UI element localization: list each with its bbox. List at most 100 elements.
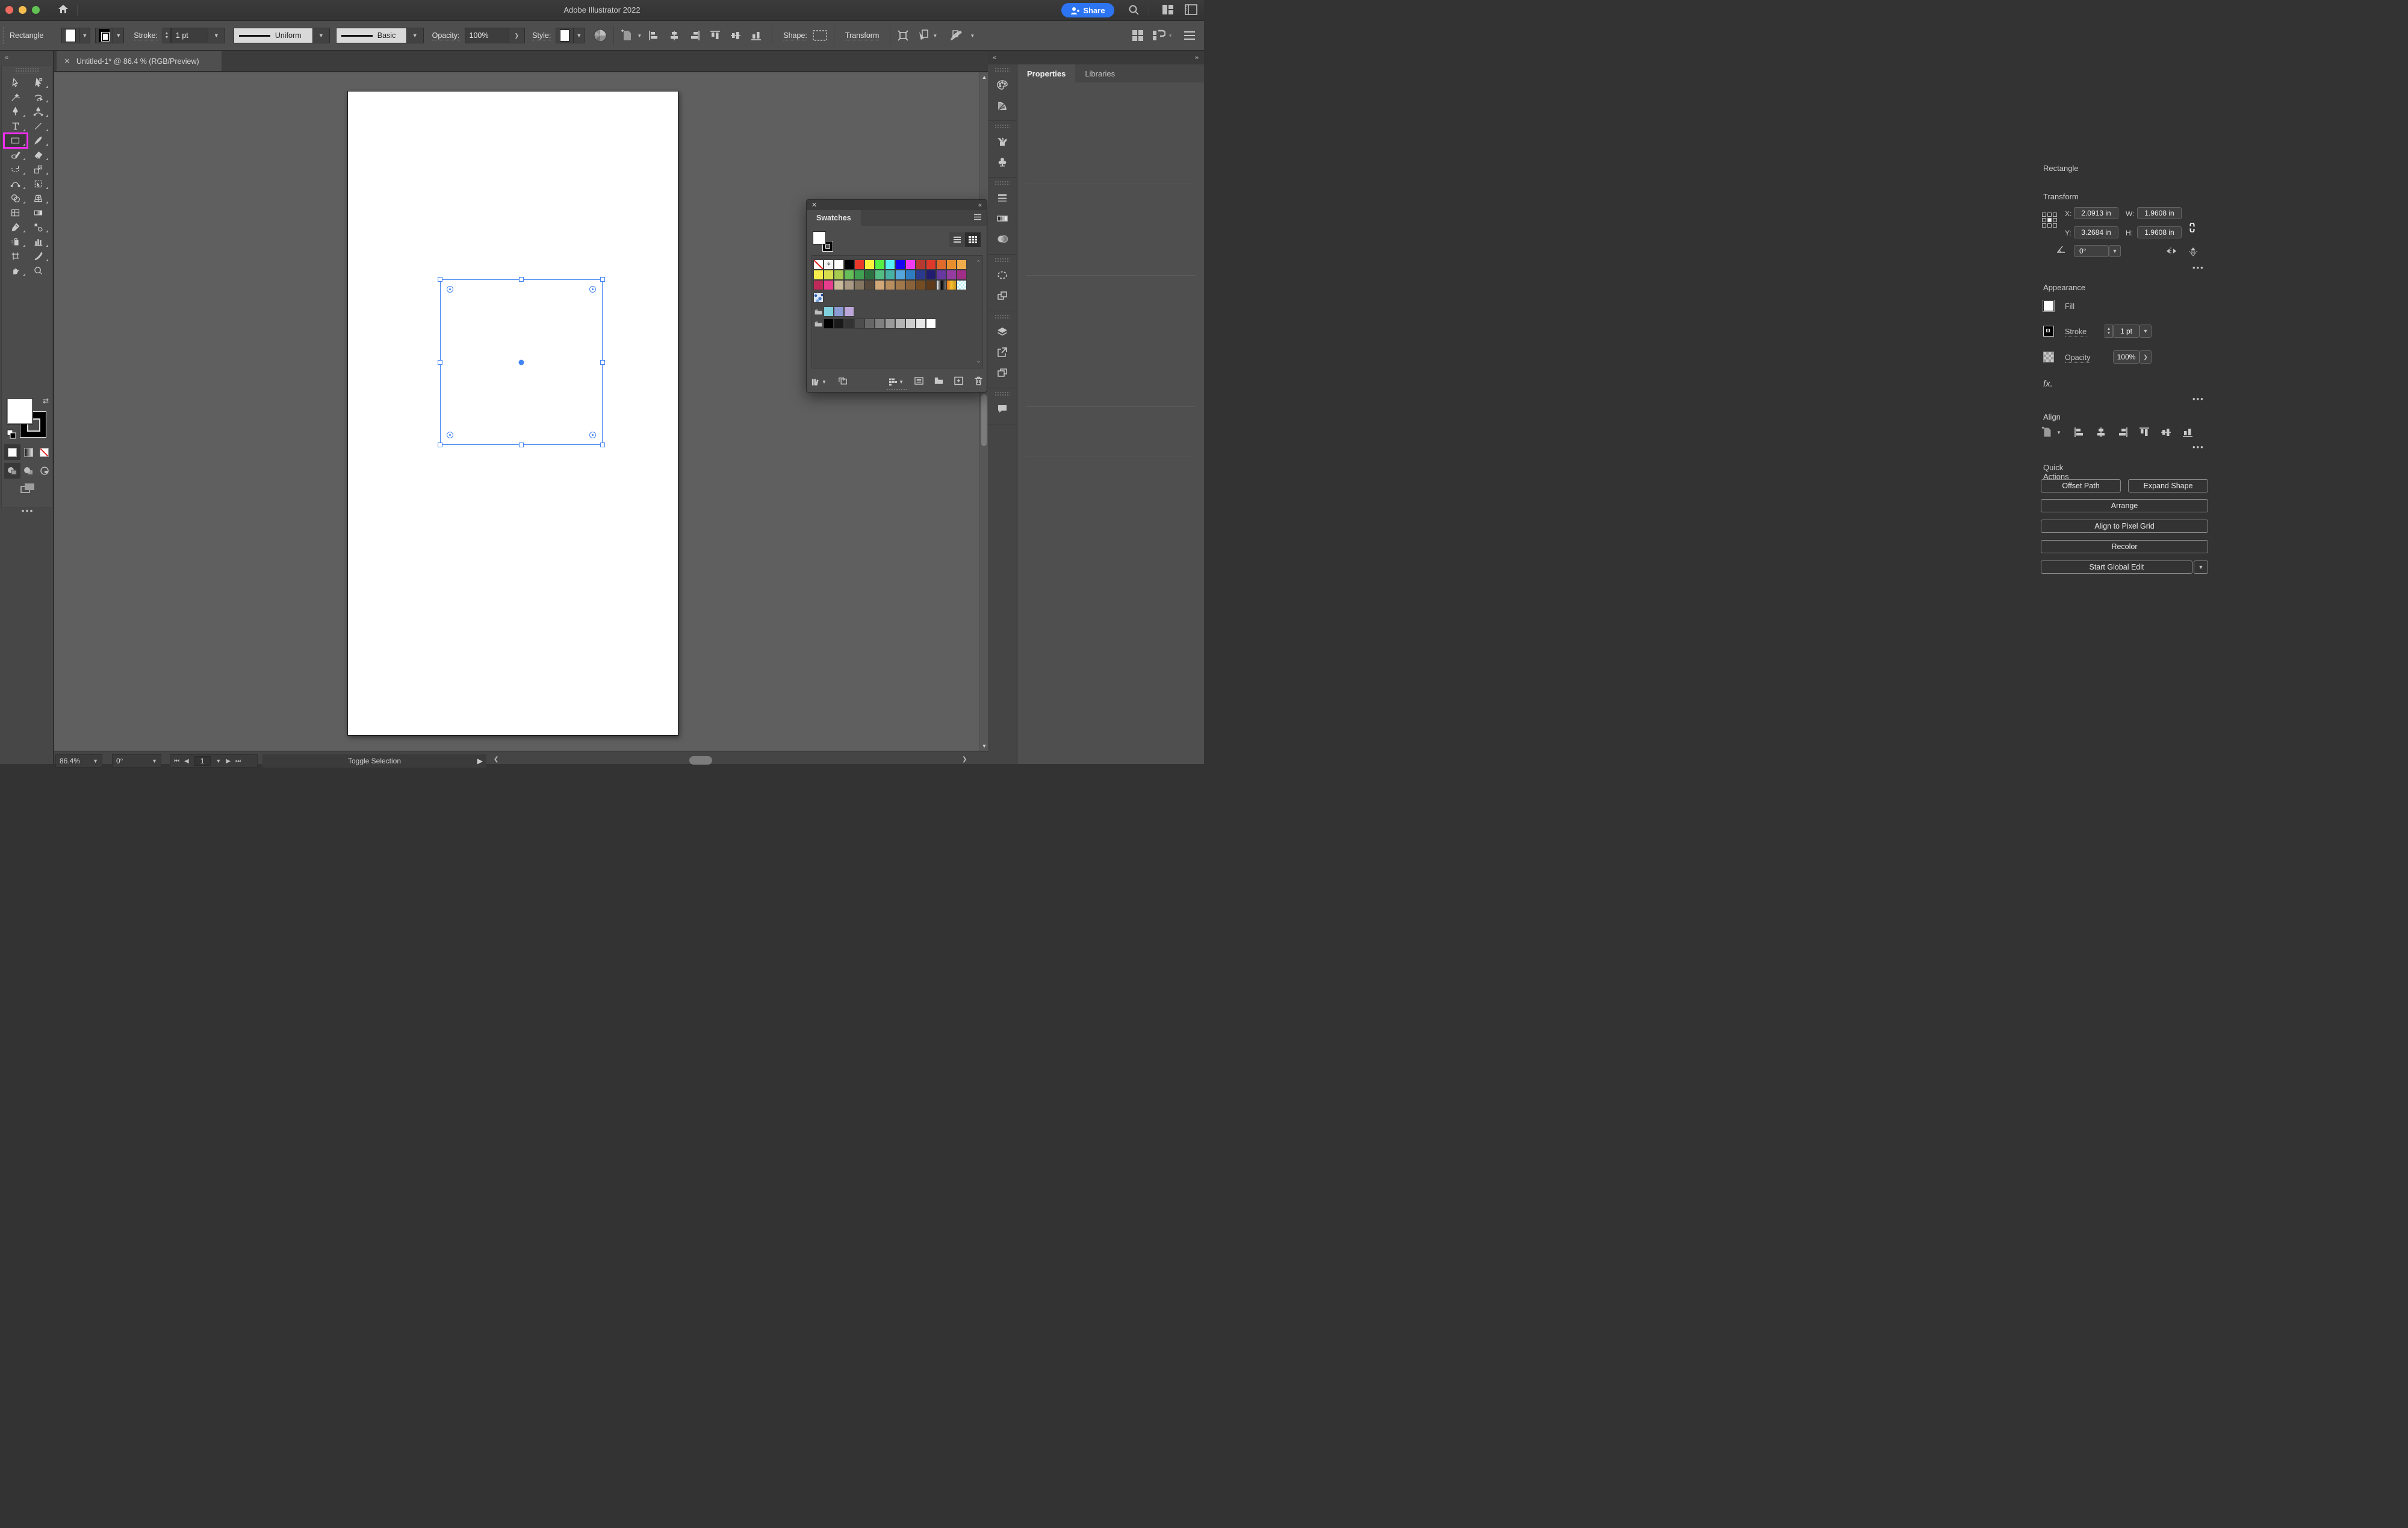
opacity-field[interactable]: 100% <box>464 28 509 43</box>
swatch-color[interactable] <box>864 280 875 290</box>
appearance-stroke-weight-dropdown[interactable]: ▼ <box>2140 325 2152 338</box>
tab-swatches[interactable]: Swatches <box>807 210 861 226</box>
swatches-fill-stroke-indicator[interactable] <box>813 231 833 252</box>
appearance-opacity-swatch[interactable] <box>2043 352 2054 362</box>
zoom-level-dropdown[interactable]: 86.4% ▼ <box>55 754 102 768</box>
transform-label[interactable]: Transform <box>845 31 880 40</box>
swatch-color[interactable] <box>854 280 864 290</box>
swatch-color[interactable] <box>936 259 946 270</box>
grid-view-button[interactable] <box>965 232 981 247</box>
selection-handle-nw[interactable] <box>438 277 442 282</box>
column-graph-tool-icon[interactable] <box>27 235 50 249</box>
rectangle-tool-icon[interactable] <box>2 132 28 149</box>
workspace-icon[interactable]: ▼ <box>1152 30 1175 42</box>
shape-options-icon[interactable] <box>812 30 828 42</box>
dock-drag-handle[interactable] <box>995 391 1010 396</box>
workspace-switcher-icon[interactable] <box>1185 4 1197 17</box>
swatch-registration[interactable]: ⌖ <box>824 259 834 270</box>
color-guide-panel-icon[interactable] <box>988 95 1017 116</box>
swatch-color[interactable] <box>824 280 834 290</box>
stroke-weight-field[interactable]: 1 pt <box>170 28 208 43</box>
panel-menu-icon[interactable] <box>973 214 982 222</box>
select-similar-icon[interactable]: ▼ <box>917 29 940 42</box>
shaper-tool-icon[interactable] <box>4 148 27 162</box>
swatch-color[interactable] <box>854 259 864 270</box>
screen-mode-button[interactable] <box>2 482 54 494</box>
reference-point-selector[interactable] <box>2042 213 2057 228</box>
gradient-panel-icon[interactable] <box>988 208 1017 229</box>
swatch-color[interactable] <box>824 270 834 280</box>
swatch-color[interactable] <box>916 318 926 329</box>
align-more-options-icon[interactable]: ••• <box>2192 443 2205 452</box>
tab-properties[interactable]: Properties <box>1017 64 1076 82</box>
swatch-color[interactable] <box>844 306 854 317</box>
swatch-color[interactable] <box>885 280 895 290</box>
fill-swatch[interactable] <box>65 29 76 42</box>
stroke-weight-stepper[interactable]: ▲ ▼ <box>2105 325 2113 338</box>
swatch-none[interactable] <box>813 259 824 270</box>
swatch-color[interactable] <box>844 280 854 290</box>
align-v-center-icon[interactable] <box>730 30 742 42</box>
selection-handle-ne[interactable] <box>600 277 605 282</box>
align-bottom-icon[interactable] <box>750 30 762 42</box>
align-top-icon[interactable] <box>2138 426 2150 438</box>
rotation-dropdown[interactable]: 0° ▼ <box>112 754 161 768</box>
artboards-panel-icon[interactable] <box>988 362 1017 383</box>
menu-icon[interactable] <box>1184 31 1196 40</box>
comments-panel-icon[interactable] <box>988 399 1017 419</box>
direct-selection-tool-icon[interactable] <box>27 76 50 90</box>
edit-toolbar-icon[interactable]: ••• <box>2 506 54 515</box>
w-field[interactable]: 1.9608 in <box>2137 207 2182 219</box>
swatch-gradient-bw[interactable] <box>936 280 946 290</box>
selection-tool-icon[interactable] <box>4 76 27 90</box>
swatch-color[interactable] <box>864 259 875 270</box>
swatch-pattern[interactable] <box>813 293 824 303</box>
tab-libraries[interactable]: Libraries <box>1075 64 1125 82</box>
swatch-color[interactable] <box>854 270 864 280</box>
isolate-object-icon[interactable] <box>896 29 910 42</box>
eraser-tool-icon[interactable] <box>27 148 50 162</box>
selection-handle-w[interactable] <box>438 359 442 365</box>
expand-shape-button[interactable]: Expand Shape <box>2128 479 2208 492</box>
selection-center-point[interactable] <box>518 359 524 365</box>
align-right-icon[interactable] <box>2117 426 2129 438</box>
stroke-color-control[interactable]: ▼ <box>95 28 125 43</box>
y-field[interactable]: 3.2684 in <box>2074 226 2118 238</box>
flip-vertical-icon[interactable] <box>2188 246 2199 257</box>
swatch-transparency-pattern[interactable] <box>957 280 967 290</box>
appearance-stroke-label[interactable]: Stroke <box>2065 328 2087 337</box>
arrange-documents-icon[interactable] <box>1162 4 1174 17</box>
stroke-weight-stepper[interactable]: ▲ ▼ <box>162 28 171 43</box>
list-view-button[interactable] <box>949 232 965 247</box>
swatch-color[interactable] <box>844 318 854 329</box>
opacity-expand[interactable]: ❯ <box>509 28 526 43</box>
shaper-style-icon[interactable]: ▼ <box>948 29 977 42</box>
dock-drag-handle[interactable] <box>995 181 1010 185</box>
swatch-color[interactable] <box>916 259 926 270</box>
align-to-icon[interactable]: ▼ <box>2041 426 2064 439</box>
new-swatch-icon[interactable] <box>954 376 963 387</box>
next-artboard-icon[interactable]: ▶ <box>226 758 231 765</box>
swatch-color[interactable] <box>926 280 936 290</box>
default-fill-stroke-icon[interactable] <box>7 429 16 439</box>
corner-radius-widget-sw[interactable] <box>447 432 453 438</box>
align-to-selection-icon[interactable]: ▼ <box>620 28 644 43</box>
horizontal-scroll-thumb[interactable] <box>689 756 712 765</box>
stroke-label[interactable]: Stroke: <box>134 31 158 40</box>
pen-tool-icon[interactable] <box>4 105 27 119</box>
align-h-center-icon[interactable] <box>2095 426 2107 438</box>
swatch-color[interactable] <box>916 270 926 280</box>
fill-color-well[interactable] <box>7 398 33 424</box>
hscroll-left-icon[interactable]: ❮ <box>494 756 498 763</box>
align-h-center-icon[interactable] <box>668 30 680 42</box>
canvas-area[interactable]: ▲ ▼ <box>54 72 988 751</box>
scroll-down-icon[interactable]: ▼ <box>980 743 988 749</box>
corner-radius-widget-se[interactable] <box>589 432 596 438</box>
swatch-color[interactable] <box>834 280 844 290</box>
swatch-color[interactable] <box>936 270 946 280</box>
zoom-tool-icon[interactable] <box>27 264 50 278</box>
align-top-icon[interactable] <box>709 30 721 42</box>
brush-definition-chevron[interactable]: ▼ <box>406 28 424 43</box>
controlbar-drag-handle[interactable] <box>2 26 5 45</box>
swatch-color[interactable] <box>916 280 926 290</box>
